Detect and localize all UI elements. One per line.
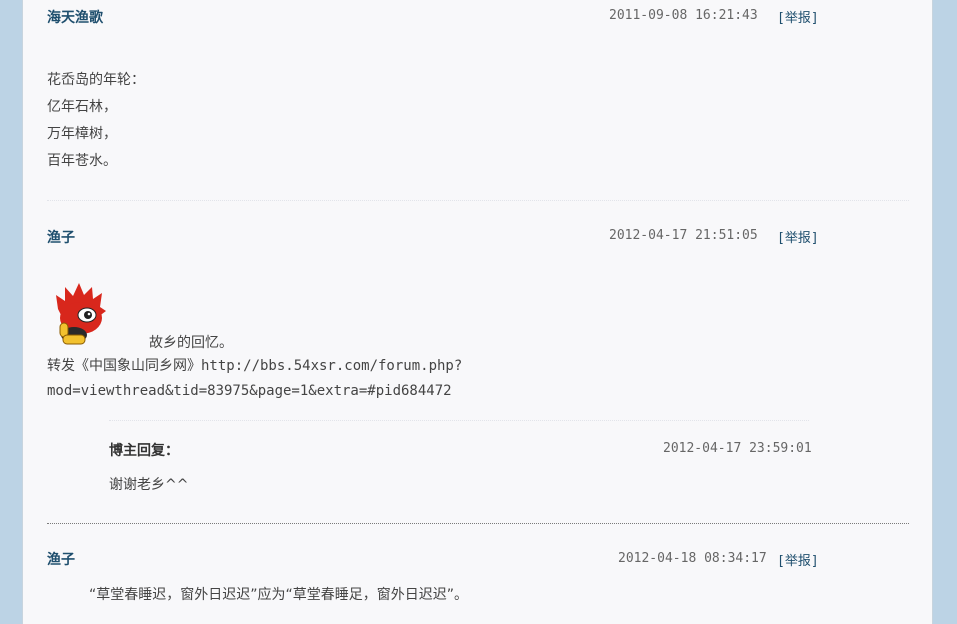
emoticon-caption: 故乡的回忆。	[149, 335, 233, 351]
comment-author[interactable]: 渔子	[47, 227, 75, 247]
comment-timestamp: 2012-04-17 21:51:05	[609, 228, 758, 243]
comment-author[interactable]: 渔子	[47, 549, 75, 569]
comment-line: 亿年石林，	[47, 99, 117, 115]
comment-author[interactable]: 海天渔歌	[47, 7, 103, 27]
comments-panel: 海天渔歌 2011-09-08 16:21:43 [举报] 花岙岛的年轮： 亿年…	[22, 0, 933, 624]
comment-line: “草堂春睡迟，窗外日迟迟”应为“草堂春睡足，窗外日迟迟”。	[89, 587, 469, 603]
reply-text: 谢谢老乡^^	[109, 477, 189, 493]
report-link[interactable]: [举报]	[777, 7, 819, 26]
reply-divider	[109, 420, 809, 421]
comment-line: mod=viewthread&tid=83975&page=1&extra=#p…	[47, 383, 452, 399]
reply-label: 博主回复：	[109, 443, 179, 459]
comment-divider	[47, 200, 909, 201]
comment-timestamp: 2012-04-18 08:34:17	[618, 551, 767, 566]
comment-line: 百年苍水。	[47, 153, 117, 169]
report-link[interactable]: [举报]	[777, 550, 819, 569]
comment-line: 花岙岛的年轮：	[47, 72, 145, 88]
report-link[interactable]: [举报]	[777, 227, 819, 246]
comment-line: 转发《中国象山同乡网》http://bbs.54xsr.com/forum.ph…	[47, 358, 463, 374]
comment-timestamp: 2011-09-08 16:21:43	[609, 8, 758, 23]
emoticon-icon	[56, 283, 106, 345]
comment-divider	[47, 523, 909, 524]
reply-timestamp: 2012-04-17 23:59:01	[663, 441, 812, 456]
comment-line: 万年樟树，	[47, 126, 117, 142]
